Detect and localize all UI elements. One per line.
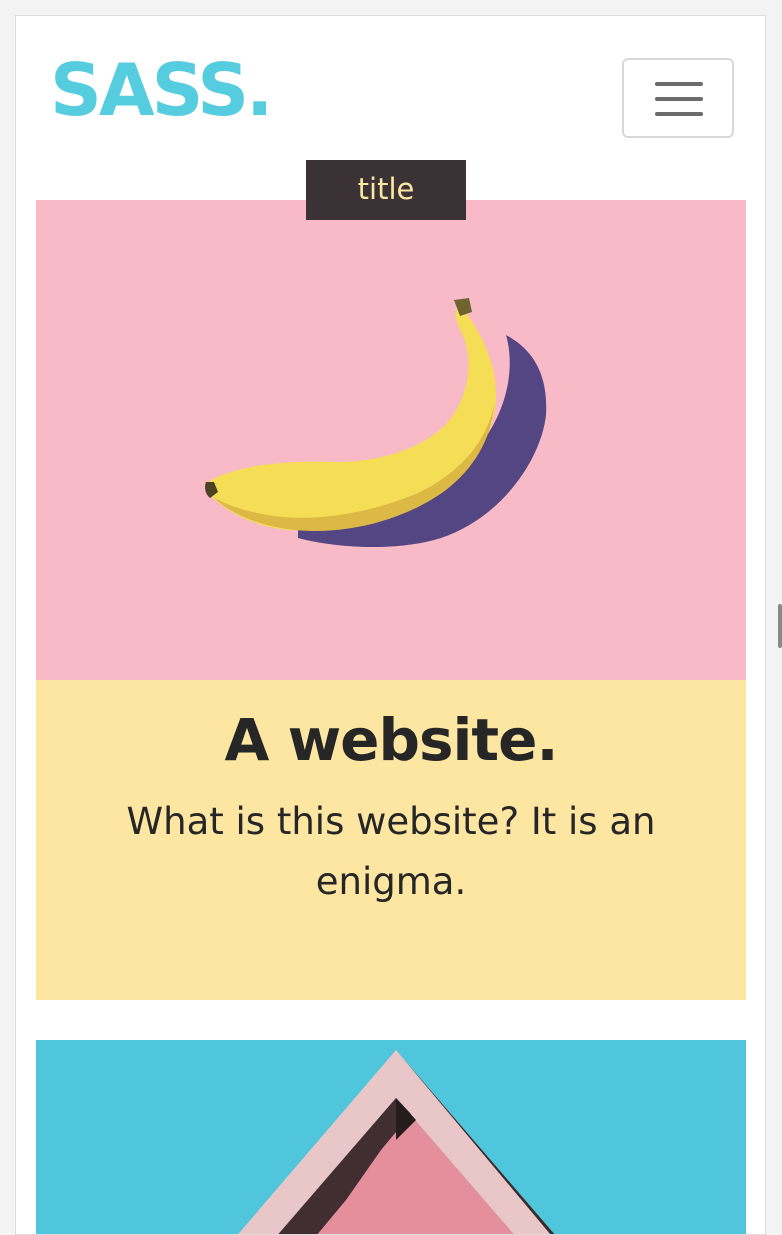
card-house[interactable] (36, 1040, 746, 1234)
card-heading: A website. (224, 706, 558, 774)
caption-panel: A website. What is this website? It is a… (36, 680, 746, 1000)
page: SASS. title A website. What is this webs… (15, 15, 766, 1235)
banana-image (36, 200, 746, 680)
house-image (36, 1040, 746, 1234)
scrollbar-thumb[interactable] (778, 604, 782, 648)
menu-toggle-button[interactable] (622, 58, 734, 138)
title-tag: title (306, 160, 466, 220)
card-banana[interactable]: title A website. What is this website? I… (36, 160, 746, 1000)
site-logo[interactable]: SASS. (50, 48, 273, 132)
card-text: What is this website? It is an enigma. (126, 800, 656, 903)
